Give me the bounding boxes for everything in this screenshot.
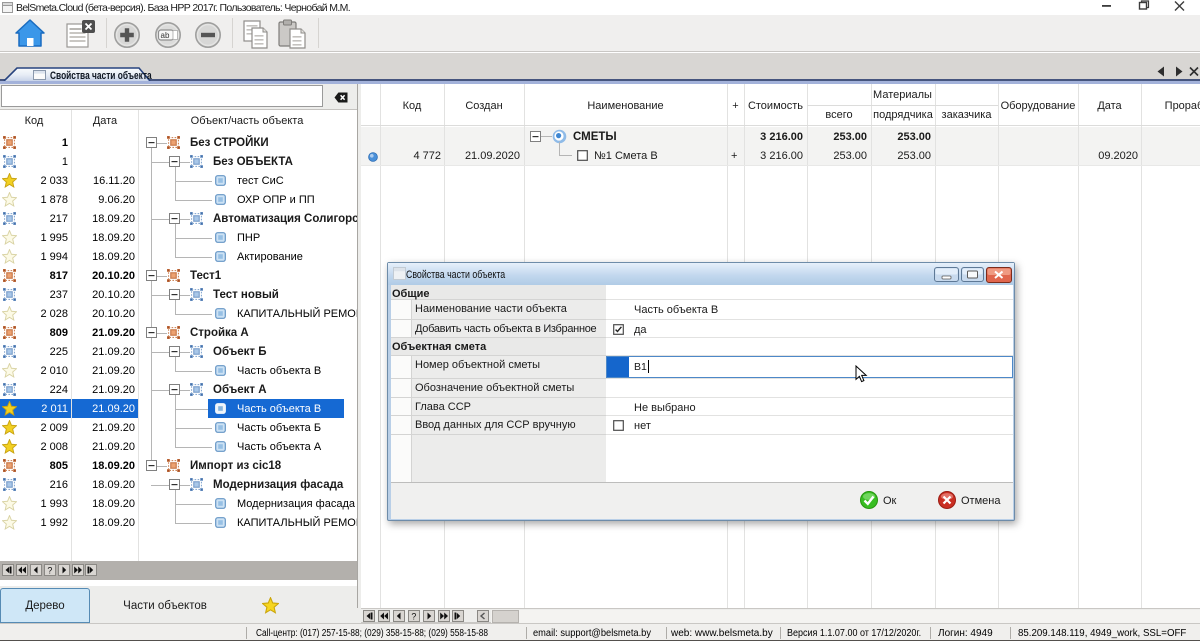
svg-text:?: ?: [411, 611, 416, 621]
svg-text:?: ?: [47, 566, 52, 576]
